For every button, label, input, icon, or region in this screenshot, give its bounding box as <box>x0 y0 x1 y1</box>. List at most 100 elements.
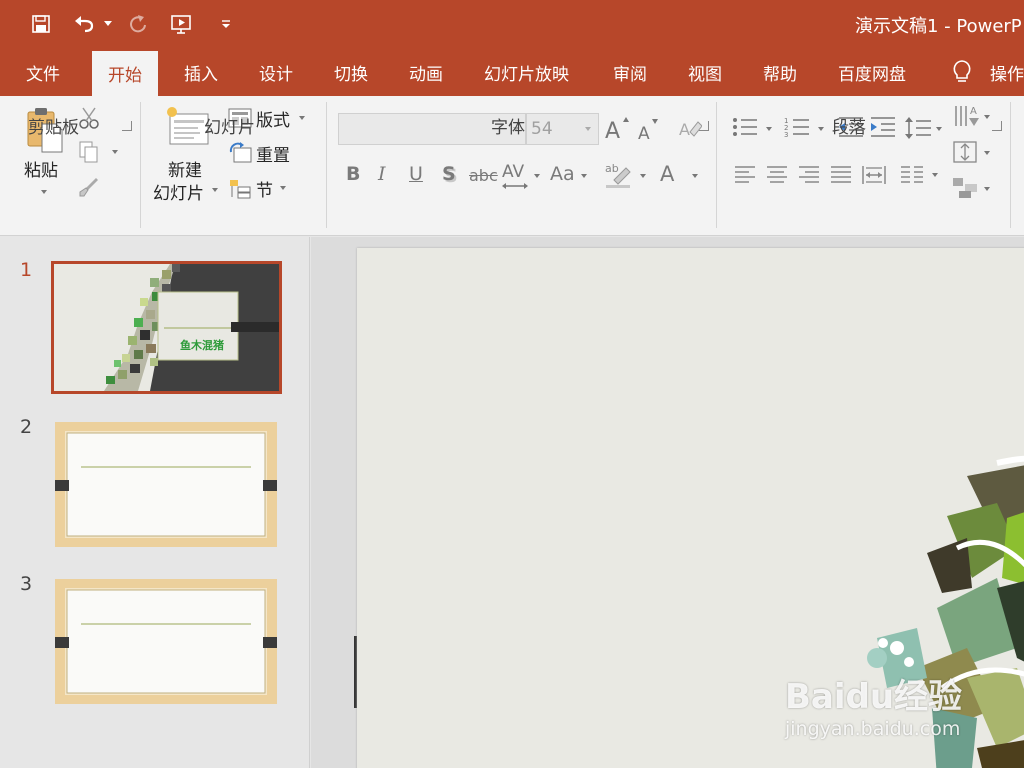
underline-button[interactable]: U <box>409 163 423 185</box>
chevron-down-icon <box>936 127 942 131</box>
lightbulb-icon <box>953 60 971 82</box>
paragraph-group-label: 段落 <box>832 118 866 138</box>
svg-text:A: A <box>679 120 690 139</box>
reset-button[interactable]: 重置 <box>228 141 298 167</box>
start-slideshow-button[interactable] <box>168 9 196 39</box>
font-color-button[interactable]: A <box>660 160 702 190</box>
line-spacing-button[interactable] <box>904 116 946 142</box>
undo-button[interactable] <box>70 9 100 39</box>
tab-transitions[interactable]: 切换 <box>334 48 368 96</box>
slide-thumbnail-2[interactable] <box>55 422 277 547</box>
section-label: 节 <box>256 181 273 201</box>
new-slide-label-line2: 幻灯片 <box>153 184 204 204</box>
strikethrough-button[interactable]: abc <box>469 166 498 185</box>
bold-button[interactable]: B <box>346 163 360 185</box>
text-direction-icon: A <box>955 106 979 126</box>
chevron-down-icon <box>984 187 990 191</box>
shrink-font-icon: A <box>638 119 658 144</box>
align-center-icon <box>767 166 787 183</box>
align-text-button[interactable] <box>952 140 994 166</box>
undo-icon <box>75 16 94 33</box>
tab-animations[interactable]: 动画 <box>409 48 443 96</box>
slide-number: 3 <box>20 573 33 595</box>
font-dialog-launcher[interactable] <box>699 121 709 131</box>
numbering-button[interactable]: 123 <box>784 116 828 142</box>
tell-me-button[interactable]: 操作 <box>950 48 1024 96</box>
slide-1-title: 鱼木混猪 <box>180 339 224 352</box>
tab-design[interactable]: 设计 <box>259 48 293 96</box>
undo-dropdown-button[interactable] <box>102 9 114 39</box>
paragraph-dialog-launcher[interactable] <box>992 121 1002 131</box>
decrease-font-size-button[interactable]: A <box>636 116 662 144</box>
svg-text:A: A <box>605 119 620 142</box>
italic-button[interactable]: I <box>378 163 386 185</box>
chevron-down-icon <box>112 150 118 154</box>
chevron-down-icon <box>766 127 772 131</box>
text-shadow-button[interactable]: S <box>442 163 456 185</box>
group-separator <box>140 102 141 228</box>
customize-qat-button[interactable] <box>218 9 234 39</box>
change-case-button[interactable]: Aa <box>550 160 590 190</box>
tab-review[interactable]: 审阅 <box>613 48 647 96</box>
redo-button[interactable] <box>124 9 152 39</box>
chevron-down-icon <box>818 127 824 131</box>
character-spacing-button[interactable]: AV <box>502 160 542 190</box>
change-case-label: Aa <box>550 163 575 185</box>
chevron-down-icon <box>280 186 286 190</box>
align-right-button[interactable] <box>798 164 820 186</box>
copy-button[interactable] <box>78 140 122 164</box>
paintbrush-icon <box>79 178 98 197</box>
spacing-arrows-icon <box>502 183 528 189</box>
increase-indent-button[interactable] <box>870 116 896 142</box>
section-button[interactable]: 节 <box>228 176 292 202</box>
text-direction-button[interactable]: A <box>952 104 994 132</box>
font-size-input[interactable]: 54 <box>526 113 599 145</box>
chevron-down-icon <box>585 127 591 131</box>
tab-help[interactable]: 帮助 <box>763 48 797 96</box>
align-center-button[interactable] <box>766 164 788 186</box>
chevron-down-icon <box>932 173 938 177</box>
align-left-button[interactable] <box>734 164 756 186</box>
chevron-down-icon <box>222 20 230 28</box>
slides-group-label: 幻灯片 <box>204 118 255 138</box>
reset-label: 重置 <box>256 146 290 166</box>
character-spacing-label: AV <box>502 162 525 182</box>
bullets-button[interactable] <box>732 116 776 142</box>
chevron-down-icon <box>534 174 540 178</box>
convert-to-smartart-button[interactable] <box>952 176 994 202</box>
font-group-label: 字体 <box>491 118 525 138</box>
highlight-color-button[interactable]: ab <box>604 160 650 190</box>
cut-button[interactable] <box>78 106 102 130</box>
tab-baidu-netdisk[interactable]: 百度网盘 <box>838 48 906 96</box>
tab-slideshow[interactable]: 幻灯片放映 <box>484 48 569 96</box>
tab-insert[interactable]: 插入 <box>184 48 218 96</box>
layout-label: 版式 <box>256 111 290 131</box>
bullets-icon <box>733 118 757 136</box>
justify-button[interactable] <box>830 164 852 186</box>
format-painter-button[interactable] <box>78 176 102 200</box>
clipboard-dialog-launcher[interactable] <box>122 121 132 131</box>
font-color-label: A <box>660 162 675 186</box>
svg-text:A: A <box>970 106 977 117</box>
tab-view[interactable]: 视图 <box>688 48 722 96</box>
slide-3-preview <box>55 579 277 704</box>
increase-font-size-button[interactable]: A <box>604 114 630 144</box>
save-button[interactable] <box>28 9 54 39</box>
chevron-down-icon <box>692 174 698 178</box>
baidu-watermark: Baidu经验 jingyan.baidu.com <box>785 678 962 740</box>
columns-button[interactable] <box>900 164 942 186</box>
svg-text:3: 3 <box>784 131 788 138</box>
align-right-icon <box>799 166 819 183</box>
slide-thumbnail-3[interactable] <box>55 579 277 704</box>
slide-thumbnail-1[interactable]: 鱼木混猪 <box>51 261 282 394</box>
numbering-icon: 123 <box>784 117 809 139</box>
highlighter-icon: ab <box>605 162 631 188</box>
chevron-down-icon <box>41 190 47 194</box>
slide-2-preview <box>55 422 277 547</box>
chevron-down-icon <box>212 188 218 192</box>
tab-home[interactable]: 开始 <box>92 51 158 96</box>
tab-file[interactable]: 文件 <box>26 48 60 96</box>
title-bar: 演示文稿1 - PowerP <box>0 0 1024 48</box>
distributed-button[interactable] <box>862 164 886 186</box>
group-separator <box>716 102 717 228</box>
